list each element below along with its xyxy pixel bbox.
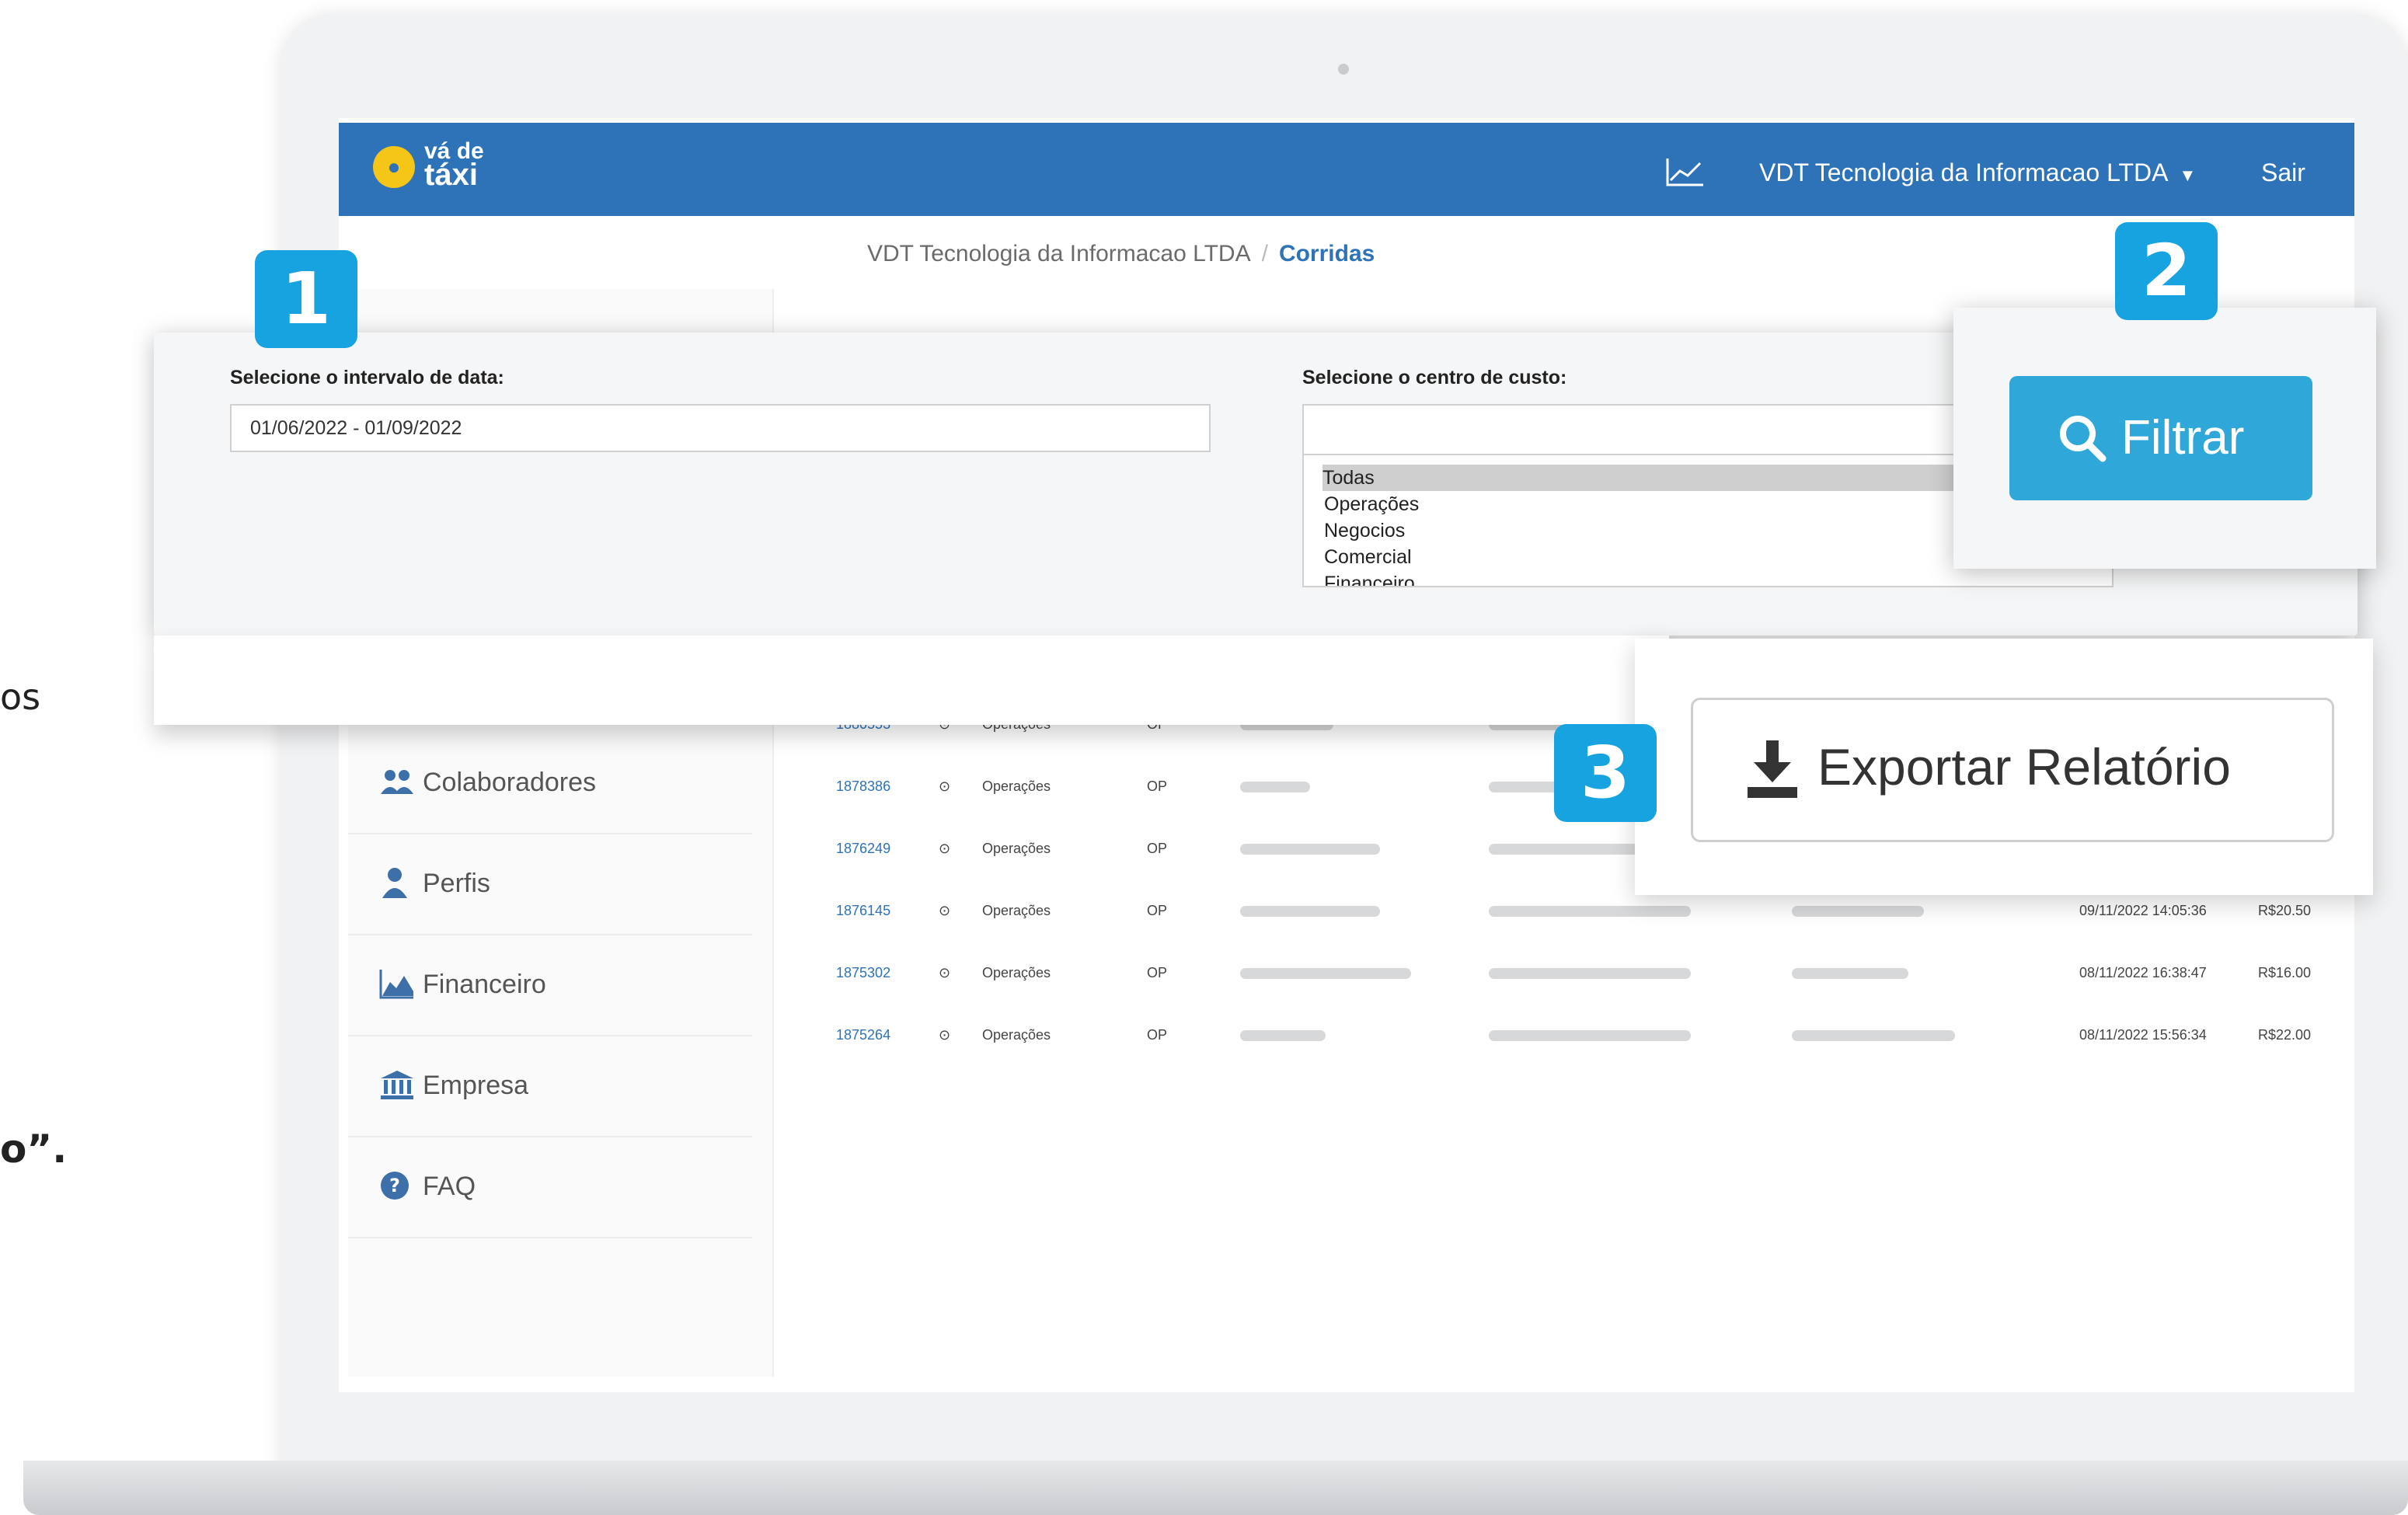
background-text-fragment: os: [0, 676, 41, 718]
line-chart-icon[interactable]: [1664, 157, 1705, 188]
blurred-name: [1240, 1030, 1326, 1041]
cost-center: Operações: [982, 778, 1051, 794]
ride-type: OP: [1147, 841, 1168, 856]
ride-id[interactable]: 1875264: [836, 1027, 890, 1043]
download-icon: [1748, 740, 1797, 798]
sidebar-item-empresa[interactable]: Empresa: [348, 1035, 752, 1137]
caret-down-icon: ▼: [2179, 165, 2197, 185]
step-badge-1: 1: [255, 250, 357, 348]
table-row[interactable]: 1875302 ⊙ Operações OP 08/11/2022 16:38:…: [836, 943, 2312, 1005]
users-icon: [381, 770, 413, 794]
taxi-logo-icon[interactable]: ●: [373, 146, 415, 188]
date-range-input[interactable]: 01/06/2022 - 01/09/2022: [230, 404, 1211, 452]
cost-center-option[interactable]: Financeiro: [1324, 570, 2101, 586]
blurred-name: [1240, 844, 1380, 855]
cost-center: Operações: [982, 903, 1051, 918]
filter-panel-footer: [154, 636, 1669, 725]
ride-id[interactable]: 1875302: [836, 965, 890, 981]
ride-type: OP: [1147, 1027, 1168, 1043]
blurred-detail: [1792, 1030, 1955, 1041]
area-chart-icon: [379, 970, 413, 999]
ride-type: OP: [1147, 778, 1168, 794]
logout-link[interactable]: Sair: [2261, 158, 2305, 187]
company-name: VDT Tecnologia da Informacao LTDA: [1759, 158, 2169, 186]
ride-id[interactable]: 1878386: [836, 778, 890, 795]
svg-text:?: ?: [389, 1175, 400, 1196]
status-check-icon: ⊙: [939, 1027, 951, 1043]
breadcrumb-separator: /: [1261, 241, 1268, 266]
ride-id[interactable]: 1876249: [836, 841, 890, 857]
table-row[interactable]: 1875264 ⊙ Operações OP 08/11/2022 15:56:…: [836, 1005, 2312, 1067]
question-icon: ?: [381, 1172, 409, 1200]
bank-icon: [381, 1071, 413, 1099]
cost-center: Operações: [982, 1027, 1051, 1043]
background-text-fragment: o”.: [0, 1127, 68, 1172]
sidebar-item-label: Colaboradores: [423, 768, 597, 797]
breadcrumb-current: Corridas: [1278, 241, 1375, 266]
ride-value: R$20.50: [2258, 903, 2312, 918]
cost-center: Operações: [982, 965, 1051, 980]
status-check-icon: ⊙: [939, 965, 951, 980]
status-check-icon: ⊙: [939, 841, 951, 856]
ride-value: R$16.00: [2258, 965, 2312, 980]
blurred-name: [1240, 968, 1411, 979]
blurred-email: [1489, 1030, 1691, 1041]
sidebar-item-label: FAQ: [423, 1172, 476, 1201]
step-badge-3: 3: [1554, 724, 1657, 822]
ride-type: OP: [1147, 903, 1168, 918]
app-header: ● vá de táxi VDT Tecnologia da Informaca…: [339, 123, 2354, 216]
camera-icon: [1338, 64, 1349, 75]
blurred-name: [1240, 782, 1310, 792]
breadcrumb-company[interactable]: VDT Tecnologia da Informacao LTDA: [867, 241, 1251, 266]
blurred-detail: [1792, 968, 1908, 979]
brand-logo[interactable]: vá de táxi: [424, 140, 484, 192]
user-icon: [382, 868, 407, 898]
blurred-email: [1489, 968, 1691, 979]
export-report-button[interactable]: Exportar Relatório: [1691, 698, 2334, 842]
cost-center-label: Selecione o centro de custo:: [1302, 367, 1567, 388]
filter-button-label: Filtrar: [2121, 411, 2245, 465]
sidebar-item-financeiro[interactable]: Financeiro: [348, 934, 752, 1036]
status-check-icon: ⊙: [939, 778, 951, 794]
breadcrumb: VDT Tecnologia da Informacao LTDA / Corrid…: [867, 241, 1375, 267]
sidebar-item-colaboradores[interactable]: Colaboradores: [348, 732, 752, 834]
blurred-name: [1240, 906, 1380, 917]
sidebar-item-label: Perfis: [423, 869, 490, 898]
brand-line-2: táxi: [424, 158, 478, 192]
step-badge-2: 2: [2115, 222, 2218, 320]
ride-type: OP: [1147, 965, 1168, 980]
search-icon: [2060, 416, 2107, 462]
date-range-label: Selecione o intervalo de data:: [230, 367, 504, 388]
laptop-base: [23, 1461, 2408, 1515]
sidebar-item-label: Financeiro: [423, 970, 546, 999]
blurred-detail: [1792, 906, 1924, 917]
status-check-icon: ⊙: [939, 903, 951, 918]
cost-center: Operações: [982, 841, 1051, 856]
sidebar-item-faq[interactable]: ? FAQ: [348, 1136, 752, 1238]
blurred-email: [1489, 906, 1691, 917]
ride-datetime: 08/11/2022 16:38:47: [2079, 965, 2207, 980]
ride-datetime: 09/11/2022 14:05:36: [2079, 903, 2207, 918]
export-button-label: Exportar Relatório: [1817, 738, 2231, 796]
filter-button[interactable]: Filtrar: [2009, 376, 2312, 500]
ride-value: R$22.00: [2258, 1027, 2312, 1043]
ride-id[interactable]: 1876145: [836, 903, 890, 919]
sidebar-item-perfis[interactable]: Perfis: [348, 833, 752, 935]
company-dropdown[interactable]: VDT Tecnologia da Informacao LTDA ▼: [1759, 158, 2196, 187]
ride-datetime: 08/11/2022 15:56:34: [2079, 1027, 2207, 1043]
sidebar-item-label: Empresa: [423, 1071, 529, 1100]
